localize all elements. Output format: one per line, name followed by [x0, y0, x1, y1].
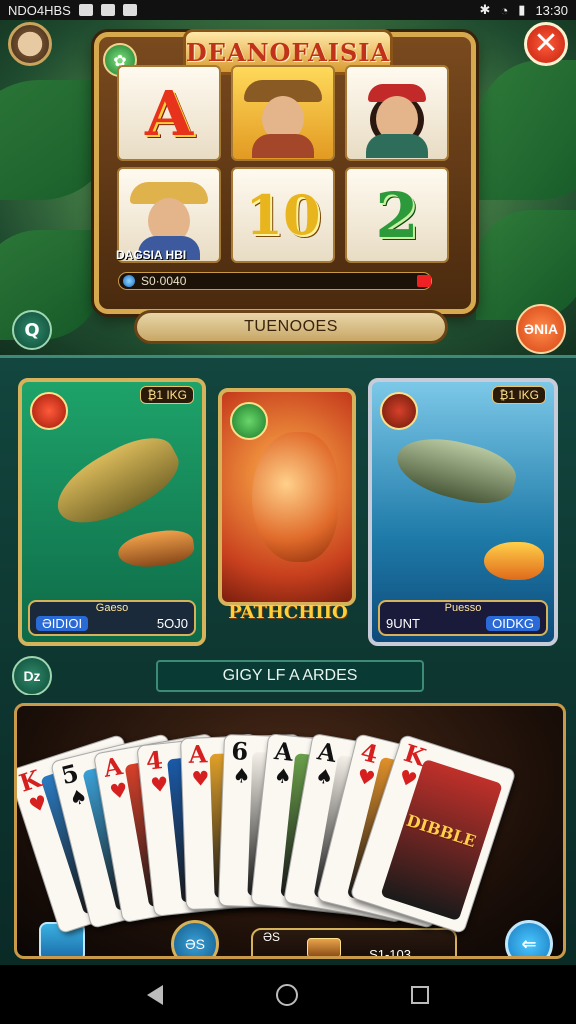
card-rank: 4: [357, 736, 382, 769]
diamond-icon: [30, 392, 68, 430]
card-suit-icon: ♥: [191, 765, 210, 791]
recent-apps-icon[interactable]: [411, 985, 430, 1004]
card-suit-icon: ♠: [272, 762, 294, 789]
card-rank: A: [273, 735, 295, 767]
card-price-tag: ₿1 IKG: [492, 386, 546, 404]
card-suit-icon: ♥: [107, 776, 130, 804]
card-footer-label: Gaeso: [95, 602, 129, 614]
treasure-chest-icon: [307, 938, 341, 956]
app-icon: [122, 4, 137, 16]
coin-icon: [123, 275, 135, 287]
card-rank: 6: [230, 735, 249, 766]
tournament-banner-button[interactable]: TUENOOES: [134, 310, 448, 344]
player-avatar-button[interactable]: [8, 22, 52, 66]
fish-card-right[interactable]: ₿1 IKG Puesso 9UNT OIDKG: [368, 378, 558, 646]
coin-balance-bar: S0·0040: [118, 272, 432, 290]
fish-card-featured[interactable]: [218, 388, 356, 606]
card-suit-icon: ♠: [232, 762, 251, 788]
bonus-button-label: ƏNIA: [523, 321, 559, 337]
notification-icon: [78, 4, 93, 16]
reel-symbol-2: 2: [345, 167, 449, 263]
status-bar: NDO4HBS ✱ ◔ ▮ 13:30: [0, 0, 576, 20]
card-rank: 4: [144, 744, 165, 776]
card-footer-label: Puesso: [444, 602, 482, 614]
leaping-fish-icon: [391, 428, 521, 512]
card-footer: Puesso 9UNT OIDKG: [378, 600, 548, 636]
farmer-portrait-icon: [130, 176, 208, 260]
card-left-value: 9UNT: [386, 616, 420, 631]
action-ring-label: ƏS: [185, 936, 205, 952]
close-button[interactable]: ✕: [524, 22, 568, 66]
card-rank: A: [101, 750, 125, 783]
section-title: GIGY LF A ARDES: [222, 667, 358, 684]
treasure-bar[interactable]: ƏS S1-103: [251, 928, 457, 959]
badge-icon: [380, 392, 418, 430]
card-rank: 5: [58, 757, 82, 790]
card-rank: A: [188, 738, 208, 769]
card-left-value: ƏIDIOI: [36, 616, 89, 631]
reel-symbol-text: 2: [375, 178, 419, 252]
pike-fish-icon: [45, 424, 189, 540]
card-right-value: 5OJ0: [156, 616, 188, 631]
clock-time: 13:30: [535, 2, 568, 18]
carrier-label: NDO4HBS: [8, 2, 71, 18]
reel-symbol-a: A: [117, 65, 221, 161]
treasure-value: S1-103: [369, 947, 411, 959]
card-rank: A: [315, 735, 339, 768]
woman-portrait-icon: [362, 74, 432, 158]
card-price-tag: ₿1 IKG: [140, 386, 194, 404]
card-hand-section: K ♥ DIBBLE 4 ♥ A ♠ A ♠ 6 ♠ A ♥ 4 ♥ A ♥ 5 ♠ K ♥ ƏS ƏS S1-103 …: [0, 695, 576, 965]
bonus-button[interactable]: ƏNIA: [516, 304, 566, 354]
quest-button-label: Q: [24, 319, 40, 341]
signal-icon: ▮: [518, 2, 526, 17]
fish-cards-section: ₿1 IKG Gaeso ƏIDIOI 5OJ0 PATHCHIIO ₿1 IK…: [0, 355, 576, 696]
foliage-decoration: [476, 210, 576, 320]
small-fish-icon: [116, 526, 196, 572]
card-suit-icon: ♠: [313, 762, 336, 790]
reel-symbol-10: 10: [231, 167, 335, 263]
explorer-portrait-icon: [244, 74, 322, 158]
reel-symbol-explorer: [231, 65, 335, 161]
quest-button[interactable]: Q: [12, 310, 52, 350]
bluetooth-icon: ✱: [479, 2, 491, 17]
player-name-tag: DAGSIA HBI: [116, 248, 187, 262]
orange-fish-icon: [484, 542, 544, 580]
alert-marker-icon: [417, 275, 431, 287]
reel-symbol-text: A: [144, 76, 194, 150]
foliage-decoration: [476, 60, 576, 200]
tournament-banner-label: TUENOOES: [244, 318, 338, 335]
mail-icon: [100, 4, 115, 16]
navigation-bar: [0, 965, 576, 1024]
close-icon: ✕: [533, 26, 559, 61]
card-footer: Gaeso ƏIDIOI 5OJ0: [28, 600, 196, 636]
card-table: K ♥ DIBBLE 4 ♥ A ♠ A ♠ 6 ♠ A ♥ 4 ♥ A ♥ 5 ♠ K ♥ ƏS ƏS S1-103 …: [14, 703, 566, 959]
game-title: DEANOFAISIA: [185, 37, 391, 67]
emblem-icon: [230, 402, 268, 440]
fish-card-left[interactable]: ₿1 IKG Gaeso ƏIDIOI 5OJ0: [18, 378, 206, 646]
treasure-small-label: ƏS: [263, 930, 281, 944]
wifi-icon: ◔: [500, 2, 509, 18]
featured-card-title: PATHCHIIO: [228, 602, 348, 623]
golden-fish-icon: [252, 432, 338, 562]
action-ring-button[interactable]: ƏS: [171, 920, 219, 956]
coin-value: S0·0040: [141, 274, 187, 288]
arrow-icon: ⇐: [521, 933, 537, 955]
reel-symbol-text: 10: [245, 183, 321, 247]
slot-section: ✕ DEANOFAISIA ✿ A 10 2 DAGSIA HBI S0·004…: [0, 20, 576, 355]
next-button[interactable]: ⇐: [505, 920, 553, 956]
reel-symbol-woman: [345, 65, 449, 161]
card-right-value: OIDKG: [486, 616, 540, 631]
back-icon[interactable]: [146, 984, 163, 1005]
section-menu-label: Dz: [23, 668, 41, 684]
card-suit-icon: ♥: [149, 771, 170, 797]
home-icon[interactable]: [275, 983, 298, 1006]
section-menu-button[interactable]: Dz: [12, 656, 52, 696]
section-title-bar: GIGY LF A ARDES: [156, 660, 424, 692]
